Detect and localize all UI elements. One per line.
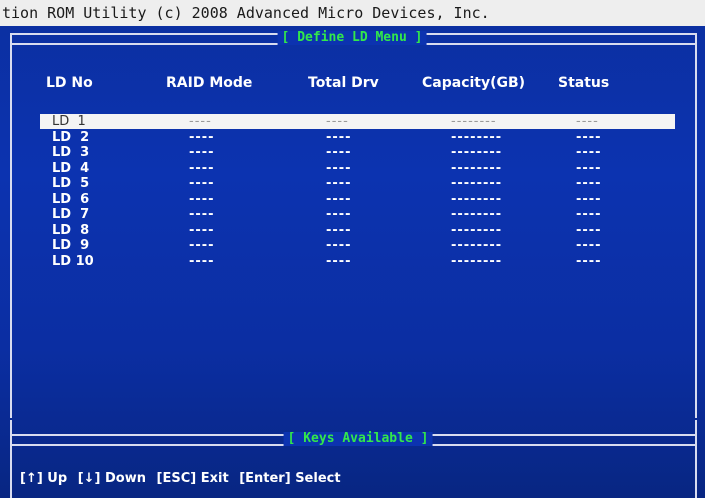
total-drv-value: ---- [326, 238, 352, 253]
total-drv-value: ---- [326, 129, 352, 145]
raid-mode-value: ---- [189, 176, 215, 191]
column-header-capacity: Capacity(GB) [422, 75, 526, 91]
raid-mode-value: ---- [189, 114, 212, 129]
total-drv-value: ---- [326, 222, 352, 238]
total-drv-value: ---- [326, 114, 349, 129]
ld-row[interactable]: LD 7 ---- ---- -------- ---- [46, 207, 626, 222]
key-up-hint: [↑] Up [20, 471, 68, 486]
capacity-value: -------- [451, 207, 503, 222]
raid-mode-value: ---- [189, 160, 215, 176]
raid-mode-value: ---- [189, 222, 215, 238]
ld-number: LD 3 [52, 145, 90, 160]
raid-mode-value: ---- [189, 238, 215, 253]
column-header-raid-mode: RAID Mode [166, 75, 253, 91]
column-header-total-drv: Total Drv [308, 75, 379, 91]
capacity-value: -------- [451, 145, 503, 160]
raid-mode-value: ---- [189, 145, 215, 160]
ld-row[interactable]: LD 8 ---- ---- -------- ---- [46, 223, 626, 238]
capacity-value: -------- [451, 238, 503, 253]
ld-number: LD 5 [52, 176, 90, 191]
ld-row[interactable]: LD 10 ---- ---- -------- ---- [46, 254, 626, 269]
key-esc-hint: [ESC] Exit [156, 471, 229, 486]
ld-number: LD 4 [52, 160, 90, 176]
total-drv-value: ---- [326, 191, 352, 207]
column-header-ld-no: LD No [46, 75, 93, 91]
ld-number: LD 7 [52, 207, 90, 222]
keys-help-line: [↑] Up [↓] Down [ESC] Exit [Enter] Selec… [20, 471, 347, 486]
column-header-status: Status [558, 75, 610, 91]
status-value: ---- [576, 114, 599, 129]
status-value: ---- [576, 160, 602, 176]
ld-number: LD 2 [52, 129, 90, 145]
ld-row[interactable]: LD 5 ---- ---- -------- ---- [46, 176, 626, 191]
ld-row[interactable]: LD 6 ---- ---- -------- ---- [46, 192, 626, 207]
raid-mode-value: ---- [189, 207, 215, 222]
ld-number: LD 1 [52, 114, 86, 129]
status-value: ---- [576, 253, 602, 269]
status-value: ---- [576, 145, 602, 160]
title-bar: tion ROM Utility (c) 2008 Advanced Micro… [0, 0, 705, 26]
raid-mode-value: ---- [189, 191, 215, 207]
ld-row[interactable]: LD 4 ---- ---- -------- ---- [46, 161, 626, 176]
raid-mode-value: ---- [189, 129, 215, 145]
ld-row[interactable]: LD 9 ---- ---- -------- ---- [46, 238, 626, 253]
status-value: ---- [576, 222, 602, 238]
capacity-value: -------- [451, 160, 503, 176]
total-drv-value: ---- [326, 145, 352, 160]
ld-row[interactable]: LD 1 ---- ---- -------- ---- [40, 114, 675, 129]
ld-row[interactable]: LD 3 ---- ---- -------- ---- [46, 145, 626, 160]
capacity-value: -------- [451, 191, 503, 207]
key-down-hint: [↓] Down [77, 471, 146, 486]
raid-mode-value: ---- [189, 253, 215, 269]
total-drv-value: ---- [326, 253, 352, 269]
ld-number: LD 9 [52, 238, 90, 253]
status-value: ---- [576, 191, 602, 207]
total-drv-value: ---- [326, 207, 352, 222]
keys-frame [10, 420, 697, 498]
ld-number: LD 10 [52, 253, 94, 269]
capacity-value: -------- [451, 114, 497, 129]
ld-number: LD 6 [52, 191, 90, 207]
key-enter-hint: [Enter] Select [239, 471, 341, 486]
capacity-value: -------- [451, 176, 503, 191]
status-value: ---- [576, 238, 602, 253]
ld-row[interactable]: LD 2 ---- ---- -------- ---- [46, 130, 626, 145]
capacity-value: -------- [451, 253, 503, 269]
status-value: ---- [576, 207, 602, 222]
status-value: ---- [576, 129, 602, 145]
bios-screen: tion ROM Utility (c) 2008 Advanced Micro… [0, 0, 705, 498]
total-drv-value: ---- [326, 160, 352, 176]
status-value: ---- [576, 176, 602, 191]
total-drv-value: ---- [326, 176, 352, 191]
capacity-value: -------- [451, 222, 503, 238]
ld-number: LD 8 [52, 222, 90, 238]
capacity-value: -------- [451, 129, 503, 145]
